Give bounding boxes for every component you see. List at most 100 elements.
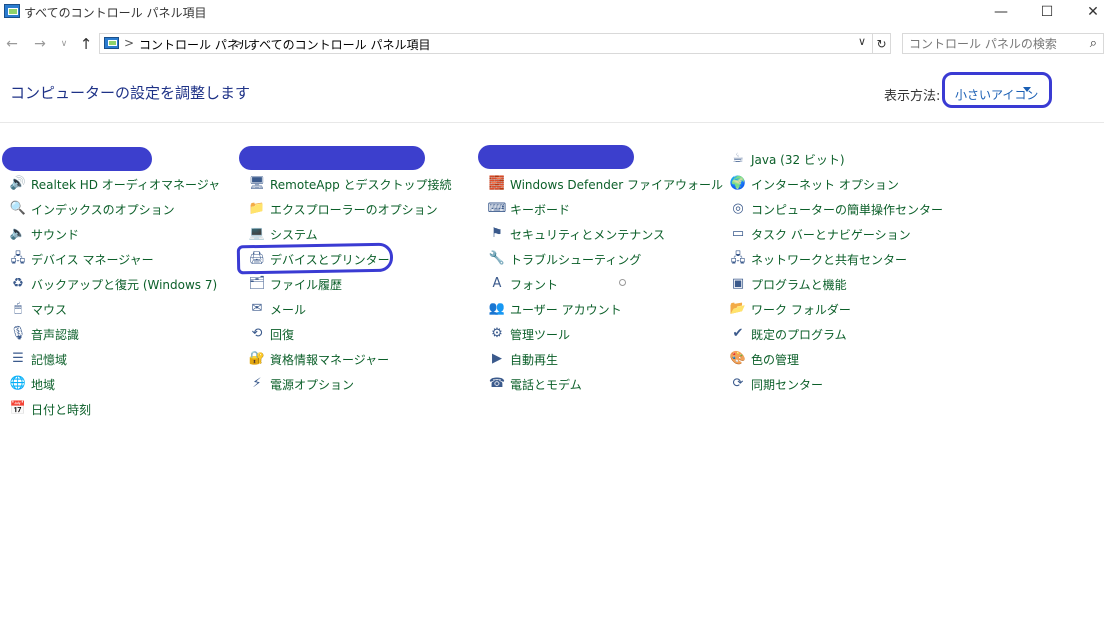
item-internet-options[interactable]: 🌍 インターネット オプション <box>730 174 899 194</box>
item-label[interactable]: マウス <box>31 301 67 318</box>
item-label[interactable]: RemoteApp とデスクトップ接続 <box>270 176 452 193</box>
item-label[interactable]: ユーザー アカウント <box>510 301 622 318</box>
item-label[interactable]: ネットワークと共有センター <box>751 251 907 268</box>
item-sound[interactable]: 🔈 サウンド <box>10 224 79 244</box>
item-taskbar-navigation[interactable]: ▭ タスク バーとナビゲーション <box>730 224 911 244</box>
item-label[interactable]: 音声認識 <box>31 326 79 343</box>
item-label[interactable]: 電源オプション <box>270 376 354 393</box>
item-work-folders[interactable]: 📂 ワーク フォルダー <box>730 299 851 319</box>
item-label[interactable]: インデックスのオプション <box>31 201 175 218</box>
item-label[interactable]: キーボード <box>510 201 570 218</box>
item-backup-restore[interactable]: ♻ バックアップと復元 (Windows 7) <box>10 274 217 294</box>
item-label[interactable]: 回復 <box>270 326 294 343</box>
item-keyboard[interactable]: ⌨ キーボード <box>488 199 570 219</box>
item-label[interactable]: セキュリティとメンテナンス <box>510 226 665 243</box>
forward-arrow-icon[interactable]: → <box>30 34 50 54</box>
item-user-accounts[interactable]: 👥 ユーザー アカウント <box>489 299 622 319</box>
item-recovery[interactable]: ⟲ 回復 <box>249 324 294 344</box>
breadcrumb-separator-icon[interactable]: > <box>124 36 134 50</box>
item-mouse[interactable]: 🖱 マウス <box>10 299 67 319</box>
view-by-label: 表示方法: <box>884 89 941 104</box>
item-label[interactable]: 色の管理 <box>751 351 799 368</box>
item-file-history[interactable]: 🗂 ファイル履歴 <box>249 274 342 294</box>
up-arrow-icon[interactable]: ↑ <box>76 34 96 54</box>
refresh-icon[interactable]: ↻ <box>873 33 891 54</box>
item-ease-of-access[interactable]: ◎ コンピューターの簡単操作センター <box>730 199 943 219</box>
item-label[interactable]: プログラムと機能 <box>751 276 847 293</box>
item-label[interactable]: Java (32 ビット) <box>751 151 845 168</box>
item-label[interactable]: Windows Defender ファイアウォール <box>510 176 723 193</box>
item-label[interactable]: 管理ツール <box>510 326 570 343</box>
color-management-icon: 🎨 <box>729 351 747 366</box>
item-java[interactable]: ☕ Java (32 ビット) <box>730 149 845 169</box>
item-autoplay[interactable]: ▶ 自動再生 <box>489 349 558 369</box>
item-explorer-options[interactable]: 📁 エクスプローラーのオプション <box>249 199 438 219</box>
item-label[interactable]: コンピューターの簡単操作センター <box>751 201 943 218</box>
breadcrumb-all-items[interactable]: すべてのコントロール パネル項目 <box>248 36 431 53</box>
item-storage-spaces[interactable]: ☰ 記憶域 <box>10 349 67 369</box>
item-label[interactable]: 記憶域 <box>31 351 67 368</box>
chevron-down-icon[interactable]: ∨ <box>858 35 866 48</box>
view-by-dropdown[interactable]: 小さいアイコン <box>942 72 1052 108</box>
item-label[interactable]: ファイル履歴 <box>270 276 342 293</box>
search-box[interactable]: ⌕ <box>902 33 1104 54</box>
item-device-manager[interactable]: 🖧 デバイス マネージャー <box>10 249 154 269</box>
item-label[interactable]: デバイス マネージャー <box>31 251 154 268</box>
item-system[interactable]: 💻 システム <box>249 224 318 244</box>
item-network-sharing[interactable]: 🖧 ネットワークと共有センター <box>730 249 907 269</box>
recent-locations-icon[interactable]: ∨ <box>54 34 74 54</box>
search-icon[interactable]: ⌕ <box>1090 36 1097 51</box>
item-label[interactable]: Realtek HD オーディオマネージャ <box>31 176 220 193</box>
breadcrumb-separator-icon[interactable]: > <box>233 36 243 50</box>
close-button[interactable]: ✕ <box>1070 0 1116 24</box>
item-label[interactable]: インターネット オプション <box>751 176 899 193</box>
back-arrow-icon[interactable]: ← <box>2 34 22 54</box>
item-label[interactable]: トラブルシューティング <box>510 251 641 268</box>
item-sync-center[interactable]: ⟳ 同期センター <box>730 374 823 394</box>
item-credential-manager[interactable]: 🔐 資格情報マネージャー <box>249 349 389 369</box>
item-label[interactable]: 地域 <box>31 376 55 393</box>
firewall-icon: 🧱 <box>488 176 506 191</box>
backup-icon: ♻ <box>12 276 24 291</box>
item-label[interactable]: タスク バーとナビゲーション <box>751 226 911 243</box>
title-bar: すべてのコントロール パネル項目 — ☐ ✕ <box>0 0 1116 24</box>
item-label[interactable]: エクスプローラーのオプション <box>270 201 438 218</box>
item-label[interactable]: サウンド <box>31 226 79 243</box>
item-label[interactable]: 資格情報マネージャー <box>270 351 389 368</box>
item-label[interactable]: バックアップと復元 (Windows 7) <box>31 276 217 293</box>
item-default-programs[interactable]: ✔ 既定のプログラム <box>730 324 847 344</box>
item-fonts[interactable]: A フォント <box>489 274 558 294</box>
item-troubleshooting[interactable]: 🔧 トラブルシューティング <box>489 249 641 269</box>
item-label[interactable]: 電話とモデム <box>510 376 582 393</box>
item-programs-features[interactable]: ▣ プログラムと機能 <box>730 274 847 294</box>
item-label[interactable]: システム <box>270 226 318 243</box>
default-programs-icon: ✔ <box>732 326 744 341</box>
maximize-button[interactable]: ☐ <box>1024 0 1070 24</box>
item-admin-tools[interactable]: ⚙ 管理ツール <box>489 324 570 344</box>
address-bar[interactable]: > コントロール パネル > すべてのコントロール パネル項目 ∨ <box>99 33 873 54</box>
item-label[interactable]: ワーク フォルダー <box>751 301 851 318</box>
minimize-button[interactable]: — <box>978 0 1024 24</box>
item-phone-modem[interactable]: ☎ 電話とモデム <box>489 374 582 394</box>
item-label[interactable]: メール <box>270 301 306 318</box>
item-label[interactable]: フォント <box>510 276 558 293</box>
item-color-management[interactable]: 🎨 色の管理 <box>730 349 799 369</box>
item-security-maintenance[interactable]: ⚑ セキュリティとメンテナンス <box>489 224 665 244</box>
item-label[interactable]: 既定のプログラム <box>751 326 847 343</box>
item-power-options[interactable]: ⚡ 電源オプション <box>249 374 354 394</box>
search-input[interactable] <box>909 36 1079 51</box>
java-icon: ☕ <box>732 151 744 166</box>
caret-down-icon[interactable] <box>1023 87 1031 92</box>
item-date-time[interactable]: 📅 日付と時刻 <box>10 399 91 419</box>
item-label[interactable]: 同期センター <box>751 376 823 393</box>
item-mail[interactable]: ✉ メール <box>249 299 306 319</box>
window-title: すべてのコントロール パネル項目 <box>24 6 207 20</box>
item-speech-recognition[interactable]: 🎙 音声認識 <box>10 324 79 344</box>
item-region[interactable]: 🌐 地域 <box>10 374 55 394</box>
item-label[interactable]: 自動再生 <box>510 351 558 368</box>
item-firewall[interactable]: 🧱 Windows Defender ファイアウォール <box>489 174 723 194</box>
item-remoteapp[interactable]: 🖥 RemoteApp とデスクトップ接続 <box>249 174 452 194</box>
item-realtek-hd-audio[interactable]: 🔊 Realtek HD オーディオマネージャ <box>10 174 220 194</box>
item-indexing-options[interactable]: 🔍 インデックスのオプション <box>10 199 175 219</box>
item-label[interactable]: 日付と時刻 <box>31 401 91 418</box>
